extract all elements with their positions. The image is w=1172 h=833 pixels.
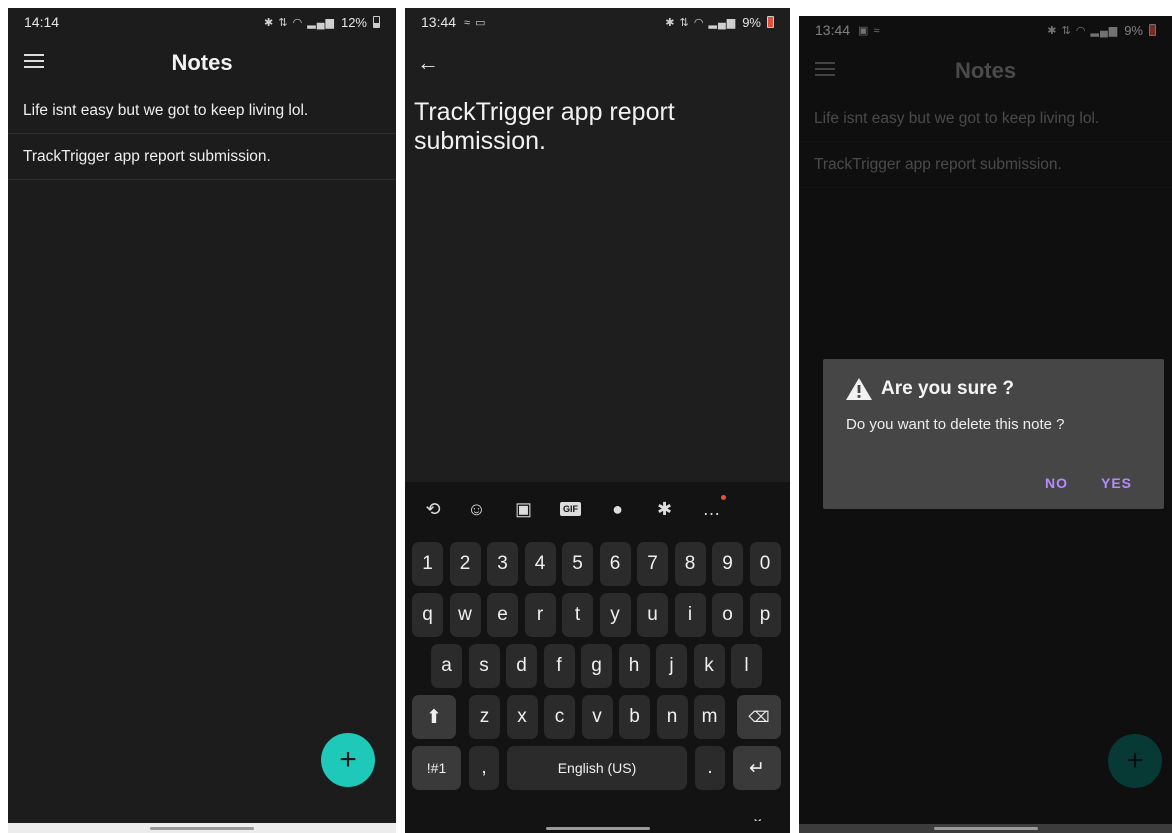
symbols-key[interactable]: !#1 (412, 746, 461, 790)
zxcv-row: ⬆ ⌫ zxcvbnm (405, 695, 790, 739)
key-i[interactable]: i (674, 593, 706, 637)
note-item[interactable]: TrackTrigger app report submission. (8, 134, 396, 180)
gif-icon[interactable]: GIF (547, 502, 594, 516)
key-b[interactable]: b (619, 695, 650, 739)
note-editor-screen: 13:44 ≈ ▭ ✱ ⇅ ◠ ▂▄▆ 9% ← TrackTrigger ap… (405, 8, 790, 833)
key-x[interactable]: x (506, 695, 538, 739)
status-left: 13:44 ≈ ▭ (421, 14, 487, 30)
notes-list-screen: 14:14 ✱ ⇅ ◠ ▂▄▆ 12% Notes Life isnt easy… (8, 8, 396, 833)
key-t[interactable]: t (562, 593, 593, 637)
shift-key[interactable]: ⬆ (412, 695, 456, 739)
key-w[interactable]: w (449, 593, 481, 637)
key-c[interactable]: c (544, 695, 575, 739)
arrow-left-icon[interactable]: ← (417, 50, 439, 76)
page-title: Notes (171, 50, 233, 75)
status-icons: ✱ ⇅ ◠ ▂▄▆ 12% (264, 15, 380, 30)
key-4[interactable]: 4 (524, 542, 556, 586)
key-n[interactable]: n (656, 695, 688, 739)
key-2[interactable]: 2 (449, 542, 481, 586)
key-z[interactable]: z (469, 695, 500, 739)
notification-dot (721, 494, 726, 500)
key-0[interactable]: 0 (749, 542, 781, 586)
key-6[interactable]: 6 (599, 542, 631, 586)
status-time: 13:44 (421, 14, 457, 30)
battery-percent: 12% (340, 14, 367, 30)
key-8[interactable]: 8 (674, 542, 706, 586)
key-o[interactable]: o (712, 593, 743, 637)
enter-key[interactable]: ↵ (733, 746, 781, 790)
status-bar: 13:44 ≈ ▭ ✱ ⇅ ◠ ▂▄▆ 9% (405, 8, 790, 36)
more-icon[interactable]: … (688, 494, 735, 520)
key-g[interactable]: g (581, 644, 612, 688)
settings-icon[interactable]: ✱ (641, 499, 688, 520)
home-handle[interactable] (545, 827, 650, 830)
qwerty-row: qwertyuiop (405, 593, 790, 637)
battery-percent: 9% (742, 14, 761, 30)
key-p[interactable]: p (749, 593, 781, 637)
key-1[interactable]: 1 (412, 542, 443, 586)
comma-key[interactable]: , (469, 746, 499, 790)
number-row: 1234567890 (405, 542, 790, 586)
gif-label: GIF (560, 502, 581, 516)
hamburger-icon[interactable] (24, 54, 44, 70)
key-u[interactable]: u (637, 593, 668, 637)
note-list: Life isnt easy but we got to keep living… (8, 88, 396, 180)
key-3[interactable]: 3 (487, 542, 518, 586)
key-7[interactable]: 7 (637, 542, 668, 586)
nav-bar (8, 823, 396, 833)
confirm-dialog: Are you sure ? Do you want to delete thi… (823, 359, 1164, 509)
key-k[interactable]: k (693, 644, 725, 688)
key-d[interactable]: d (506, 644, 537, 688)
home-handle[interactable] (933, 827, 1038, 830)
delete-confirm-screen: 13:44 ▣ ≈ ✱ ⇅ ◠ ▂▄▆ 9% Notes Life isnt e… (799, 16, 1172, 833)
space-key[interactable]: English (US) (507, 746, 687, 790)
note-item[interactable]: Life isnt easy but we got to keep living… (8, 88, 396, 134)
note-editor-input[interactable]: TrackTrigger app report submission. (414, 98, 778, 156)
keyboard-toolbar: ⟲ ☺ ▣ GIF ● ✱ … (405, 482, 790, 536)
key-a[interactable]: a (431, 644, 462, 688)
key-h[interactable]: h (618, 644, 650, 688)
key-m[interactable]: m (694, 695, 725, 739)
add-note-button[interactable]: + (321, 733, 375, 787)
key-r[interactable]: r (524, 593, 556, 637)
sticker-icon[interactable]: ▣ (500, 499, 547, 520)
status-time: 14:14 (24, 14, 60, 30)
key-e[interactable]: e (487, 593, 518, 637)
asdf-row: asdfghjkl (405, 644, 790, 688)
translate-icon[interactable]: ⟲ (413, 499, 453, 520)
key-5[interactable]: 5 (562, 542, 593, 586)
key-y[interactable]: y (599, 593, 631, 637)
mic-icon[interactable]: ● (594, 499, 641, 520)
backspace-key[interactable]: ⌫ (737, 695, 781, 739)
key-9[interactable]: 9 (712, 542, 743, 586)
period-key[interactable]: . (695, 746, 725, 790)
key-s[interactable]: s (468, 644, 500, 688)
yes-button[interactable]: YES (1101, 475, 1132, 491)
signal-icons: ✱ ⇅ ◠ ▂▄▆ (665, 16, 737, 29)
key-v[interactable]: v (581, 695, 613, 739)
key-j[interactable]: j (656, 644, 687, 688)
soft-keyboard: ⟲ ☺ ▣ GIF ● ✱ … 1234567890 qwertyuiop as… (405, 482, 790, 833)
signal-icons: ✱ ⇅ ◠ ▂▄▆ (264, 16, 335, 29)
warning-icon (846, 378, 872, 400)
notification-icons: ≈ ▭ (464, 16, 487, 29)
app-bar: Notes (8, 42, 396, 84)
emoji-icon[interactable]: ☺ (453, 499, 500, 520)
battery-icon (373, 16, 380, 28)
bottom-row: !#1 , English (US) . ↵ (405, 746, 790, 790)
key-l[interactable]: l (731, 644, 762, 688)
no-button[interactable]: NO (1045, 475, 1068, 491)
dialog-title: Are you sure ? (881, 378, 1015, 399)
battery-icon (767, 16, 774, 28)
home-handle[interactable] (150, 827, 254, 830)
nav-bar (405, 821, 790, 833)
status-bar: 14:14 ✱ ⇅ ◠ ▂▄▆ 12% (8, 8, 396, 36)
key-q[interactable]: q (412, 593, 443, 637)
nav-bar (799, 824, 1172, 833)
status-icons: ✱ ⇅ ◠ ▂▄▆ 9% (665, 15, 774, 30)
dialog-header: Are you sure ? (845, 377, 1014, 401)
key-f[interactable]: f (543, 644, 575, 688)
dialog-message: Do you want to delete this note ? (846, 416, 1065, 433)
